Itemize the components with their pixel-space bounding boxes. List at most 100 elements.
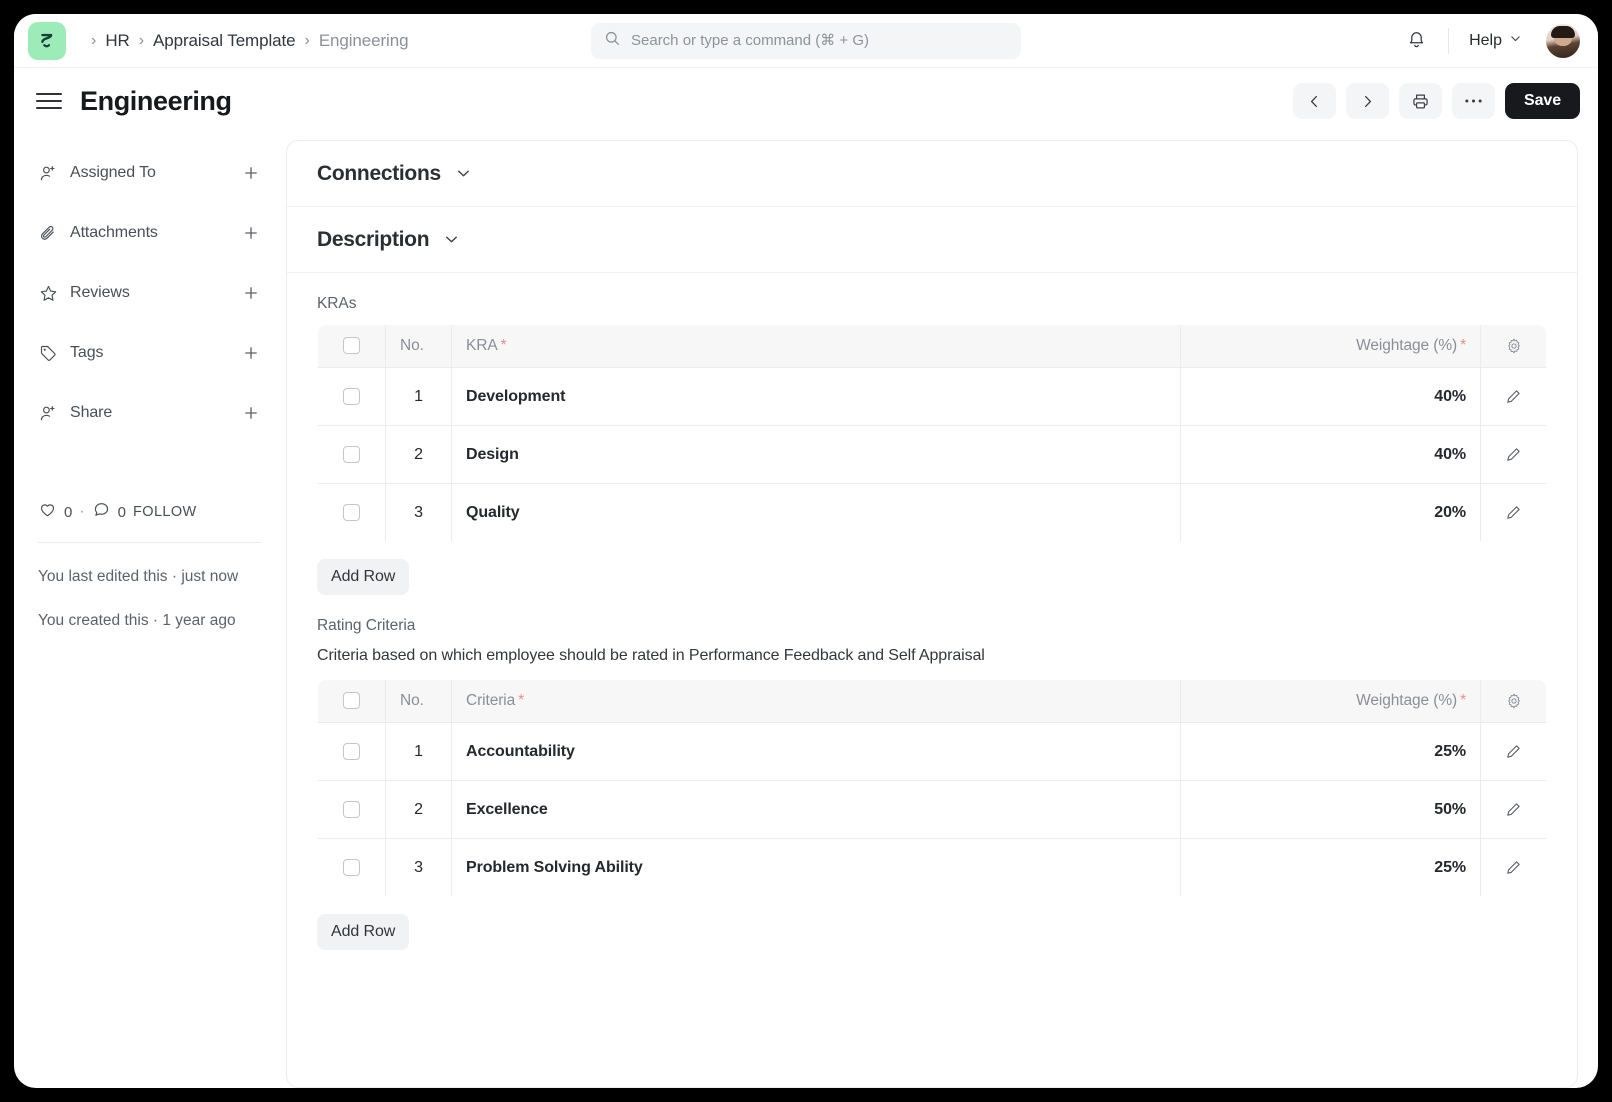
kras-add-row-button[interactable]: Add Row: [317, 559, 409, 595]
pencil-icon[interactable]: [1481, 743, 1546, 760]
hamburger-menu-icon[interactable]: [36, 93, 62, 109]
criteria-weightage-cell[interactable]: 50%: [1181, 781, 1481, 839]
chevron-down-icon[interactable]: [455, 165, 472, 182]
row-checkbox[interactable]: [343, 446, 360, 463]
frappe-logo-icon[interactable]: [28, 22, 66, 60]
breadcrumb-item-appraisal-template[interactable]: Appraisal Template: [153, 31, 295, 51]
row-edit-cell[interactable]: [1481, 781, 1547, 839]
select-all-checkbox[interactable]: [343, 337, 360, 354]
row-number: 3: [386, 484, 452, 542]
chevron-down-icon[interactable]: [443, 231, 460, 248]
kra-name-cell[interactable]: Quality: [452, 484, 1181, 542]
select-all-checkbox[interactable]: [343, 692, 360, 709]
star-icon: [38, 283, 59, 304]
rating-criteria-add-row-button[interactable]: Add Row: [317, 914, 409, 950]
printer-icon[interactable]: [1399, 83, 1442, 119]
row-select-cell[interactable]: [318, 781, 386, 839]
kra-weightage-cell[interactable]: 40%: [1181, 426, 1481, 484]
sidebar: Assigned To Attachments: [14, 134, 286, 1088]
pencil-icon[interactable]: [1481, 859, 1546, 876]
criteria-weightage-cell[interactable]: 25%: [1181, 723, 1481, 781]
grid-settings-header[interactable]: [1481, 680, 1547, 723]
sidebar-item-reviews[interactable]: Reviews: [38, 276, 262, 310]
plus-icon[interactable]: [240, 402, 262, 424]
page-header-actions: Save: [1293, 83, 1580, 119]
row-checkbox[interactable]: [343, 388, 360, 405]
row-select-cell[interactable]: [318, 368, 386, 426]
row-edit-cell[interactable]: [1481, 368, 1547, 426]
pencil-icon[interactable]: [1481, 504, 1546, 521]
description-title: Description: [317, 228, 429, 252]
kras-section: KRAs No. KRA*: [287, 273, 1577, 595]
table-row[interactable]: 2 Design 40%: [318, 426, 1547, 484]
row-edit-cell[interactable]: [1481, 426, 1547, 484]
select-all-header[interactable]: [318, 325, 386, 368]
table-row[interactable]: 3 Quality 20%: [318, 484, 1547, 542]
breadcrumb-item-engineering[interactable]: Engineering: [319, 31, 409, 51]
row-select-cell[interactable]: [318, 723, 386, 781]
sidebar-item-share[interactable]: Share: [38, 396, 262, 430]
row-checkbox[interactable]: [343, 743, 360, 760]
kra-weightage-cell[interactable]: 20%: [1181, 484, 1481, 542]
follow-button[interactable]: FOLLOW: [133, 504, 197, 520]
bell-icon[interactable]: [1398, 23, 1434, 59]
row-checkbox[interactable]: [343, 504, 360, 521]
form-card: Connections Description: [286, 140, 1578, 1088]
ellipsis-icon[interactable]: [1452, 83, 1495, 119]
plus-icon[interactable]: [240, 222, 262, 244]
save-button[interactable]: Save: [1505, 83, 1580, 119]
description-section-header[interactable]: Description: [287, 207, 1577, 273]
plus-icon[interactable]: [240, 162, 262, 184]
chevron-left-icon[interactable]: [1293, 83, 1336, 119]
pencil-icon[interactable]: [1481, 446, 1546, 463]
sidebar-item-assigned-to[interactable]: Assigned To: [38, 156, 262, 190]
select-all-header[interactable]: [318, 680, 386, 723]
global-search[interactable]: [591, 23, 1021, 59]
row-select-cell[interactable]: [318, 484, 386, 542]
sidebar-item-label: Tags: [70, 344, 103, 362]
row-select-cell[interactable]: [318, 839, 386, 897]
sidebar-item-attachments[interactable]: Attachments: [38, 216, 262, 250]
criteria-weightage-cell[interactable]: 25%: [1181, 839, 1481, 897]
avatar[interactable]: [1546, 24, 1580, 58]
criteria-name-cell[interactable]: Accountability: [452, 723, 1181, 781]
row-edit-cell[interactable]: [1481, 484, 1547, 542]
sidebar-item-tags[interactable]: Tags: [38, 336, 262, 370]
plus-icon[interactable]: [240, 342, 262, 364]
column-header-kra-label: KRA: [466, 337, 498, 354]
breadcrumb-item-hr[interactable]: HR: [105, 31, 129, 51]
table-row[interactable]: 1 Development 40%: [318, 368, 1547, 426]
table-header-row: No. KRA* Weightage (%)*: [318, 325, 1547, 368]
plus-icon[interactable]: [240, 282, 262, 304]
rating-criteria-section: Rating Criteria Criteria based on which …: [287, 595, 1577, 972]
column-header-weightage: Weightage (%)*: [1181, 680, 1481, 723]
gear-icon[interactable]: [1481, 337, 1546, 355]
table-row[interactable]: 2 Excellence 50%: [318, 781, 1547, 839]
help-menu-button[interactable]: Help: [1463, 27, 1528, 55]
row-number: 3: [386, 839, 452, 897]
table-row[interactable]: 3 Problem Solving Ability 25%: [318, 839, 1547, 897]
grid-settings-header[interactable]: [1481, 325, 1547, 368]
criteria-name-cell[interactable]: Problem Solving Ability: [452, 839, 1181, 897]
pencil-icon[interactable]: [1481, 801, 1546, 818]
connections-section-header[interactable]: Connections: [287, 141, 1577, 207]
kra-weightage-cell[interactable]: 40%: [1181, 368, 1481, 426]
kra-name-cell[interactable]: Design: [452, 426, 1181, 484]
kra-name-cell[interactable]: Development: [452, 368, 1181, 426]
chevron-right-icon[interactable]: [1346, 83, 1389, 119]
column-header-weightage-label: Weightage (%): [1356, 692, 1457, 709]
row-checkbox[interactable]: [343, 801, 360, 818]
row-edit-cell[interactable]: [1481, 723, 1547, 781]
table-row[interactable]: 1 Accountability 25%: [318, 723, 1547, 781]
row-edit-cell[interactable]: [1481, 839, 1547, 897]
chevron-down-icon: [1509, 32, 1522, 50]
pencil-icon[interactable]: [1481, 388, 1546, 405]
criteria-name-cell[interactable]: Excellence: [452, 781, 1181, 839]
row-select-cell[interactable]: [318, 426, 386, 484]
row-checkbox[interactable]: [343, 859, 360, 876]
search-input[interactable]: [631, 32, 1008, 49]
gear-icon[interactable]: [1481, 692, 1546, 710]
row-number: 1: [386, 368, 452, 426]
comment-icon[interactable]: [92, 500, 111, 524]
heart-icon[interactable]: [38, 500, 57, 524]
